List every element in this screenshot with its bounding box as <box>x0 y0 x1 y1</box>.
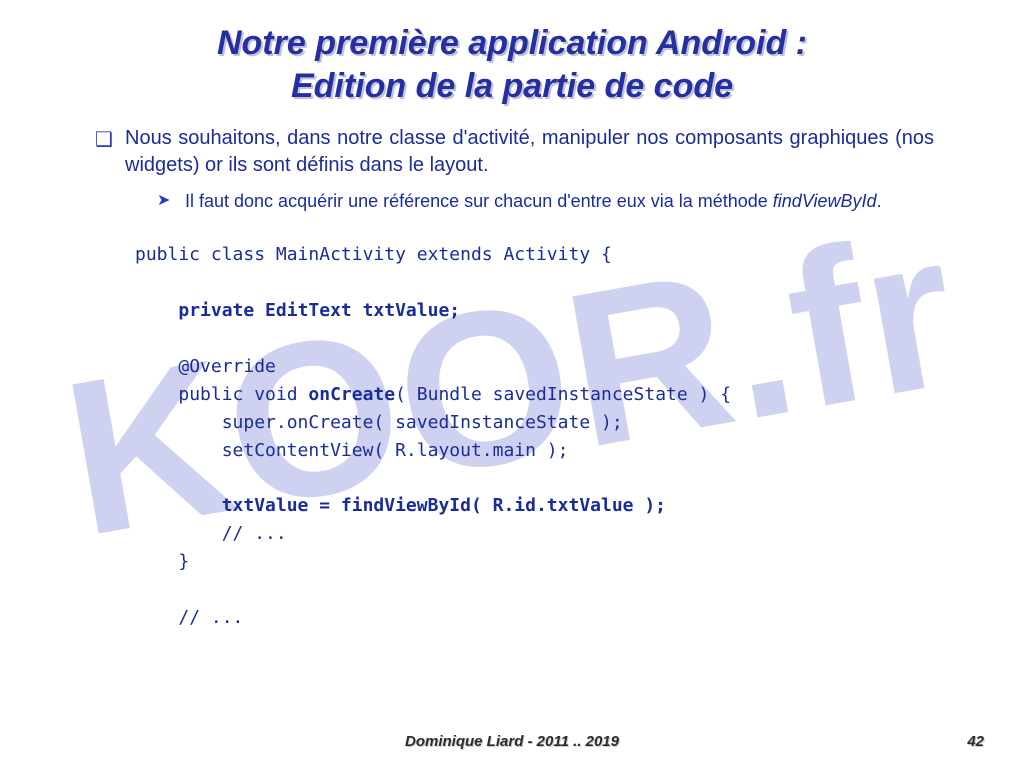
footer-page-number: 42 <box>924 733 984 750</box>
code-l6: setContentView( R.layout.main ); <box>222 440 569 461</box>
main-bullet: Nous souhaitons, dans notre classe d'act… <box>95 125 934 179</box>
slide-body: Nous souhaitons, dans notre classe d'act… <box>0 117 1024 632</box>
title-line-1: Notre première application Android : <box>217 24 807 62</box>
code-l2: private EditText txtValue; <box>178 300 460 321</box>
code-l3: @Override <box>178 356 276 377</box>
title-line-2: Edition de la partie de code <box>291 67 733 105</box>
code-block: public class MainActivity extends Activi… <box>135 241 934 631</box>
code-l7: txtValue = findViewById( R.id.txtValue )… <box>222 495 666 516</box>
code-l4b: onCreate <box>308 384 395 405</box>
code-l5: super.onCreate( savedInstanceState ); <box>222 412 623 433</box>
code-l10: // ... <box>178 607 243 628</box>
code-l4a: public void <box>178 384 308 405</box>
code-l8: // ... <box>222 523 287 544</box>
main-bullet-text: Nous souhaitons, dans notre classe d'act… <box>125 127 934 176</box>
sub-bullet-text: Il faut donc acquérir une référence sur … <box>185 191 773 211</box>
sub-bullet: Il faut donc acquérir une référence sur … <box>157 189 934 213</box>
slide-title: Notre première application Android : Edi… <box>0 0 1024 117</box>
slide: Notre première application Android : Edi… <box>0 0 1024 768</box>
code-l4c: ( Bundle savedInstanceState ) { <box>395 384 731 405</box>
code-l1: public class MainActivity extends Activi… <box>135 244 612 265</box>
code-l9: } <box>178 551 189 572</box>
footer-author: Dominique Liard - 2011 .. 2019 <box>100 733 924 750</box>
footer: Dominique Liard - 2011 .. 2019 42 <box>0 733 1024 758</box>
sub-bullet-after: . <box>877 191 882 211</box>
method-name: findViewById <box>773 191 877 211</box>
